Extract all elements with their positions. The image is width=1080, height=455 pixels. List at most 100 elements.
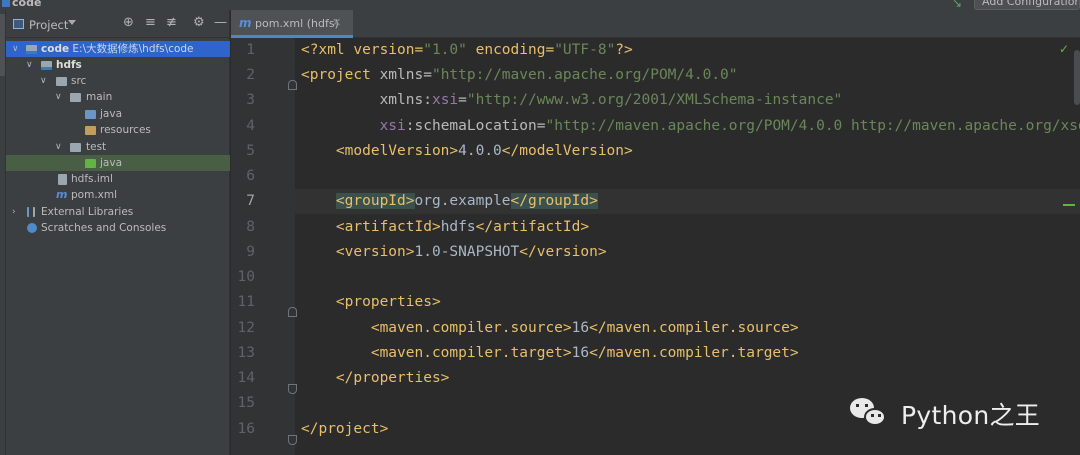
line-number: 5 [246, 143, 255, 159]
line-number: 2 [246, 67, 255, 83]
tree-item-pom-xml[interactable]: m pom.xml [6, 187, 230, 203]
code-line-8: <artifactId>hdfs</artifactId> [335, 219, 590, 235]
project-view-icon [13, 19, 24, 29]
tree-item-test[interactable]: ∨ test [6, 139, 230, 155]
tree-item-src[interactable]: ∨ src [6, 73, 230, 89]
tree-item-label: code [41, 43, 70, 55]
tree-item-label: src [71, 75, 87, 87]
line-number: 1 [246, 42, 255, 58]
folder-icon [56, 77, 67, 86]
expand-all-icon[interactable]: ≡ [145, 16, 156, 30]
tree-item-scratches[interactable]: Scratches and Consoles [6, 220, 230, 236]
module-folder-icon [41, 61, 52, 70]
maven-icon: m [239, 16, 252, 30]
iml-file-icon [58, 174, 67, 185]
line-number: 8 [246, 219, 255, 235]
folder-icon [70, 143, 81, 152]
watermark-text: Python之王 [901, 401, 1041, 430]
line-number: 10 [237, 269, 255, 285]
chevron-down-icon[interactable]: ∨ [12, 41, 19, 57]
source-folder-icon [85, 110, 96, 119]
line-number: 16 [237, 421, 255, 437]
resources-folder-icon [85, 126, 96, 135]
line-number: 15 [237, 395, 255, 411]
close-icon[interactable]: ✕ [332, 16, 341, 29]
tree-item-resources[interactable]: resources [6, 122, 230, 138]
line-number: 14 [237, 370, 255, 386]
vertical-scrollbar[interactable] [1074, 50, 1080, 105]
tree-item-code[interactable]: ∨ code E:\大数据修炼\hdfs\code [6, 41, 230, 57]
chevron-down-icon[interactable]: ∨ [55, 89, 62, 105]
line-number-gutter: 1 2 3 4 5 6 7 8 9 10 11 12 13 14 15 16 [231, 38, 297, 455]
code-line-16: </project> [301, 421, 389, 437]
code-editor-area[interactable]: <?xml version="1.0" encoding="UTF-8"?> <… [295, 38, 1080, 455]
tree-item-path: E:\大数据修炼\hdfs\code [72, 43, 194, 55]
hide-panel-icon[interactable]: — [214, 16, 227, 30]
line-number: 3 [246, 92, 255, 108]
code-line-5: <modelVersion>4.0.0</modelVersion> [335, 143, 633, 159]
editor-tab-bar: m pom.xml (hdfs) ✕ [231, 10, 1080, 38]
test-source-folder-icon [85, 159, 96, 168]
code-line-2: <project xmlns="http://maven.apache.org/… [301, 67, 738, 83]
collapse-all-icon[interactable]: ≢ [166, 16, 177, 30]
gear-icon[interactable]: ⚙ [193, 16, 205, 30]
chevron-down-icon[interactable]: ∨ [40, 73, 47, 89]
folder-icon [70, 93, 81, 102]
code-line-4: xsi:schemaLocation="http://maven.apache.… [379, 118, 1080, 134]
chevron-down-icon[interactable]: ∨ [55, 139, 62, 155]
chevron-down-icon[interactable]: ∨ [26, 57, 33, 73]
tree-item-external-libraries[interactable]: › External Libraries [6, 204, 230, 220]
maven-icon: m [56, 188, 68, 201]
chevron-right-icon[interactable]: › [12, 204, 16, 220]
tree-item-main-java[interactable]: java [6, 106, 230, 122]
tab-label: pom.xml (hdfs) [255, 17, 339, 30]
library-icon [27, 207, 35, 217]
project-title: code [2, 0, 41, 9]
project-icon [2, 0, 10, 7]
tree-item-hdfs-iml[interactable]: hdfs.iml [6, 171, 230, 187]
line-number: 13 [237, 345, 255, 361]
code-line-1: <?xml version="1.0" encoding="UTF-8"?> [301, 42, 633, 58]
wechat-bubble-icon [864, 408, 886, 426]
tree-item-label: resources [100, 124, 151, 136]
tree-item-label: test [86, 141, 107, 153]
tree-item-label: Scratches and Consoles [41, 222, 167, 234]
tree-item-hdfs[interactable]: ∨ hdfs [6, 57, 230, 73]
code-line-12: <maven.compiler.source>16</maven.compile… [370, 320, 799, 336]
tree-item-label: hdfs [56, 59, 82, 71]
locate-target-icon[interactable]: ⊕ [123, 16, 134, 30]
caret-position-marker [1063, 204, 1075, 206]
code-line-13: <maven.compiler.target>16</maven.compile… [370, 345, 799, 361]
project-tool-window-tab[interactable] [0, 14, 5, 76]
line-number: 11 [237, 294, 255, 310]
line-number: 12 [237, 320, 255, 336]
project-tool-window: Project ⊕ ≡ ≢ ⚙ — ∨ code E:\大数据修炼\hdfs\c… [6, 10, 230, 455]
scratches-icon [27, 223, 37, 233]
tree-item-label: main [86, 91, 113, 103]
line-number: 9 [246, 244, 255, 260]
tree-item-label: java [100, 157, 122, 169]
editor: m pom.xml (hdfs) ✕ 1 2 3 4 5 6 7 8 9 10 … [231, 10, 1080, 455]
build-hammer-icon[interactable]: ↘ [952, 0, 962, 10]
tree-item-label: pom.xml [71, 189, 118, 201]
tree-item-label: hdfs.iml [71, 173, 113, 185]
line-number: 6 [246, 168, 255, 184]
code-line-3: xmlns:xsi="http://www.w3.org/2001/XMLSch… [379, 92, 843, 108]
tree-item-main[interactable]: ∨ main [6, 89, 230, 105]
code-line-7: <groupId>org.example</groupId> [335, 193, 598, 209]
code-line-11: <properties> [335, 294, 441, 310]
title-bar: code ↘ Add Configuration... [0, 0, 1080, 10]
tree-item-label: java [100, 108, 122, 120]
line-number-current: 7 [246, 193, 255, 209]
chevron-down-icon[interactable] [68, 20, 76, 25]
code-line-9: <version>1.0-SNAPSHOT</version> [335, 244, 607, 260]
add-configuration-button[interactable]: Add Configuration... [974, 0, 1080, 10]
no-problems-check-icon[interactable]: ✓ [1059, 42, 1069, 56]
tree-item-label: External Libraries [41, 206, 134, 218]
project-panel-title[interactable]: Project [29, 18, 68, 32]
tab-pom-xml[interactable]: m pom.xml (hdfs) ✕ [231, 10, 353, 38]
tree-item-test-java[interactable]: java [6, 155, 230, 171]
line-number: 4 [246, 118, 255, 134]
code-line-14: </properties> [335, 370, 450, 386]
project-panel-header: Project ⊕ ≡ ≢ ⚙ — [6, 10, 229, 38]
